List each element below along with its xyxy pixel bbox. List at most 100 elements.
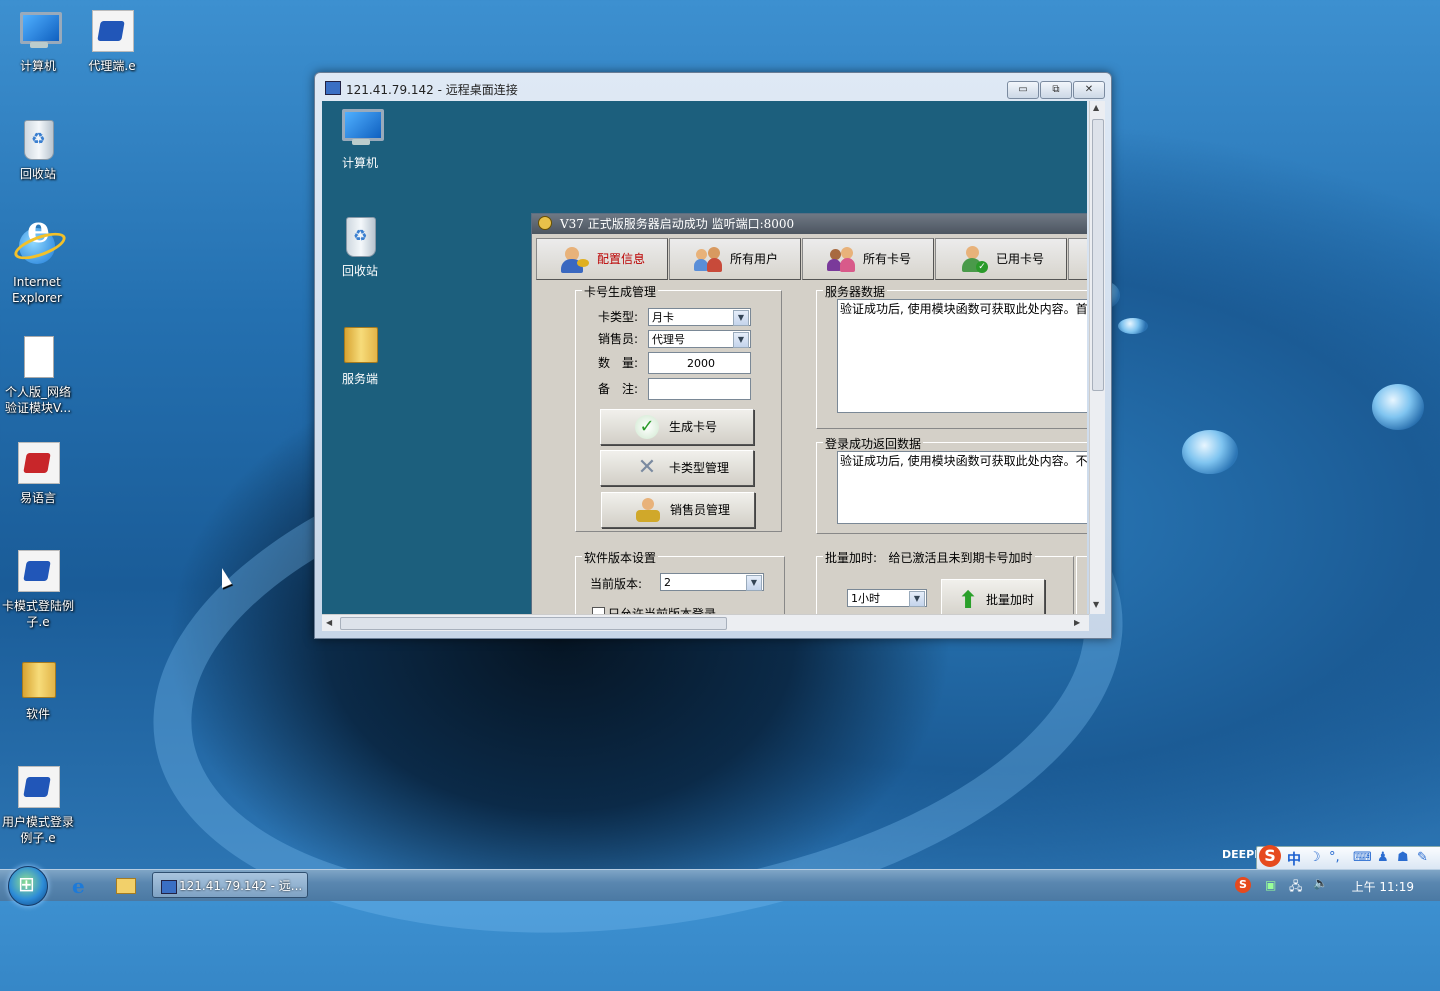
folder-icon — [14, 656, 62, 704]
quantity-label: 数 量: — [598, 356, 639, 370]
only-current-version-checkbox[interactable] — [592, 607, 605, 614]
version-settings-group: 软件版本设置 当前版本: 2 ▼ 只允许当前版本登录 — [575, 549, 785, 614]
only-current-version-label: 只允许当前版本登录 — [608, 607, 717, 614]
seller-select[interactable]: 代理号 ▼ — [648, 330, 751, 348]
minimize-button[interactable]: ▭ — [1007, 81, 1039, 99]
horizontal-scrollbar[interactable]: ◀ ▶ — [322, 614, 1089, 631]
network-icon[interactable]: 🖧 — [1289, 877, 1302, 898]
desktop-icon-software-folder[interactable]: 软件 — [0, 656, 76, 722]
taskbar-item-remote-desktop[interactable]: 121.41.79.142 - 远... — [152, 872, 308, 898]
tab-config-info[interactable]: 配置信息 — [536, 238, 668, 280]
remote-icon-computer[interactable]: 计算机 — [322, 105, 398, 171]
keyboard-icon[interactable]: ⌨ — [1353, 850, 1372, 865]
vertical-scrollbar[interactable]: ▲ ▼ — [1089, 101, 1105, 614]
desktop-icon-label: 回收站 — [19, 167, 56, 181]
desktop-icon-label: Internet Explorer — [12, 275, 62, 305]
desktop-icon-verify-module[interactable]: 个人版_网络验证模块V... — [0, 334, 76, 416]
generate-cards-button[interactable]: ✓ 生成卡号 — [600, 409, 754, 445]
scroll-left-arrow-icon[interactable]: ◀ — [326, 618, 332, 627]
tab-all-cards[interactable]: 所有卡号 — [802, 238, 934, 280]
recycle-bin-icon — [14, 116, 62, 164]
horizontal-scroll-thumb[interactable] — [340, 617, 727, 630]
chevron-down-icon[interactable]: ▼ — [909, 591, 925, 607]
remote-icon-recycle-bin[interactable]: 回收站 — [322, 213, 398, 279]
desktop-icon-internet-explorer[interactable]: Internet Explorer — [0, 222, 74, 306]
scroll-down-arrow-icon[interactable]: ▼ — [1093, 600, 1099, 609]
chevron-down-icon[interactable]: ▼ — [733, 332, 749, 348]
desktop-icon-card-login-example[interactable]: 卡模式登陆例子.e — [0, 548, 76, 630]
desktop-icon-label: 计算机 — [19, 59, 56, 73]
easy-language-file-icon — [14, 548, 62, 596]
card-type-management-button[interactable]: ✕ 卡类型管理 — [600, 450, 754, 486]
vertical-scroll-thumb[interactable] — [1092, 119, 1104, 391]
group-title: 登录成功返回数据 — [823, 435, 924, 452]
chevron-down-icon[interactable]: ▼ — [733, 310, 749, 326]
internet-explorer-icon: e — [72, 874, 85, 898]
extra-group — [1076, 556, 1087, 614]
batch-add-time-group: 批量加时: 给已激活且未到期卡号加时 1小时 ▼ ⬆ 批量加时 — [816, 549, 1074, 614]
remote-icon-server-folder[interactable]: 服务端 — [322, 321, 398, 387]
server-data-textarea[interactable]: 验证成功后, 使用模块函数可获取此处内容。首次 — [837, 299, 1087, 413]
tools-icon: ✕ — [637, 455, 657, 480]
current-version-select[interactable]: 2 ▼ — [660, 573, 764, 591]
login-return-data-textarea[interactable]: 验证成功后, 使用模块函数可获取此处内容。不同 — [837, 451, 1087, 524]
group-title: 软件版本设置 — [582, 549, 659, 566]
tab-more[interactable] — [1068, 238, 1087, 280]
checkmark-icon: ✓ — [635, 415, 659, 439]
ime-chinese-mode[interactable]: 中 — [1287, 849, 1301, 869]
seller-management-button[interactable]: 销售员管理 — [601, 492, 755, 528]
shirt-icon[interactable]: ☗ — [1397, 850, 1409, 865]
folder-icon — [336, 321, 384, 369]
desktop-icon-agent-file[interactable]: 代理端.e — [74, 8, 150, 74]
login-return-data-group: 登录成功返回数据 验证成功后, 使用模块函数可获取此处内容。不同 — [816, 435, 1087, 534]
ime-toolbar[interactable]: S 中 ☽ °, ⌨ ♟ ☗ ✎ — [1256, 845, 1440, 870]
punctuation-icon[interactable]: °, — [1329, 850, 1340, 865]
card-type-select[interactable]: 月卡 ▼ — [648, 308, 751, 326]
easy-language-shortcut-icon — [14, 440, 62, 488]
moon-icon[interactable]: ☽ — [1309, 850, 1321, 865]
desktop-icon-user-login-example[interactable]: 用户模式登录例子.e — [0, 764, 76, 846]
cards-icon — [827, 245, 855, 273]
users-icon — [694, 245, 722, 273]
scroll-up-arrow-icon[interactable]: ▲ — [1093, 103, 1099, 112]
group-title: 批量加时: 给已激活且未到期卡号加时 — [823, 549, 1035, 566]
volume-icon[interactable]: 🔈 — [1313, 876, 1328, 890]
gear-icon — [538, 216, 552, 230]
user-icon[interactable]: ♟ — [1377, 850, 1389, 865]
desktop-icon-label: 易语言 — [19, 491, 56, 505]
desktop-icon-label: 用户模式登录例子.e — [1, 815, 74, 845]
card-type-label: 卡类型: — [598, 310, 639, 324]
remote-desktop-icon — [161, 880, 177, 894]
close-button[interactable]: ✕ — [1073, 81, 1105, 99]
sogou-ime-icon[interactable]: S — [1259, 845, 1281, 867]
desktop-icon-label: 代理端.e — [88, 59, 136, 73]
chevron-down-icon[interactable]: ▼ — [746, 575, 762, 591]
desktop-icon-label: 个人版_网络验证模块V... — [4, 385, 72, 415]
folder-icon — [116, 878, 136, 894]
document-icon — [14, 334, 62, 382]
taskbar-explorer-button[interactable] — [112, 874, 140, 896]
remote-desktop-icon — [325, 81, 341, 95]
sogou-tray-icon[interactable]: S — [1235, 877, 1251, 893]
desktop-icon-easy-language[interactable]: 易语言 — [0, 440, 76, 506]
tab-all-users[interactable]: 所有用户 — [669, 238, 801, 280]
note-input[interactable] — [648, 378, 751, 400]
batch-duration-select[interactable]: 1小时 ▼ — [847, 589, 927, 607]
quantity-input[interactable]: 2000 — [648, 352, 751, 374]
app-tab-bar: 配置信息 所有用户 所有卡号 ✓ 已用卡号 — [536, 238, 1087, 280]
network-activity-icon[interactable]: ▣ — [1265, 878, 1276, 892]
user-check-icon: ✓ — [960, 245, 988, 273]
start-button[interactable] — [8, 866, 48, 906]
scroll-right-arrow-icon[interactable]: ▶ — [1074, 618, 1080, 627]
taskbar-ie-button[interactable]: e — [68, 874, 96, 898]
card-generation-group: 卡号生成管理 卡类型: 月卡 ▼ 销售员: 代理号 ▼ 数 量: 2000 备 … — [575, 283, 782, 532]
seller-label: 销售员: — [598, 332, 639, 346]
clock[interactable]: 上午 11:19 — [1352, 878, 1414, 895]
restore-button[interactable]: ⧉ — [1040, 81, 1072, 99]
tab-used-cards[interactable]: ✓ 已用卡号 — [935, 238, 1067, 280]
seller-coins-icon — [636, 498, 660, 522]
desktop-icon-recycle-bin[interactable]: 回收站 — [0, 116, 76, 182]
batch-add-time-button[interactable]: ⬆ 批量加时 — [941, 579, 1045, 614]
wrench-icon[interactable]: ✎ — [1417, 850, 1428, 865]
desktop-icon-computer[interactable]: 计算机 — [0, 8, 76, 74]
